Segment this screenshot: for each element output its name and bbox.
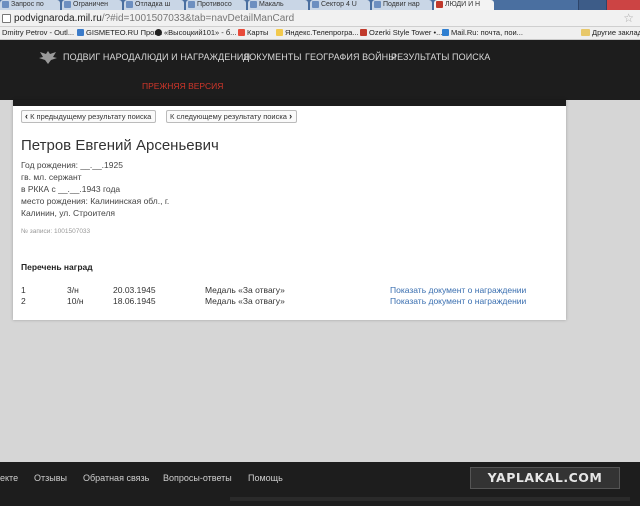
- show-award-document-link[interactable]: Показать документ о награждении: [390, 285, 526, 295]
- yaplakal-watermark: YAPLAKAL.COM: [470, 467, 620, 489]
- browser-tab[interactable]: Сектор 4 U: [310, 0, 370, 10]
- tab-favicon-icon: [250, 1, 257, 8]
- bookmark-item[interactable]: Ozerki Style Tower •...: [360, 27, 442, 39]
- window-controls: [578, 0, 640, 10]
- tab-favicon-icon: [374, 1, 381, 8]
- browser-tab[interactable]: Подвиг нар: [372, 0, 432, 10]
- tab-favicon-icon: [2, 1, 9, 8]
- nav-people-awards[interactable]: ЛЮДИ И НАГРАЖДЕНИЯ: [141, 52, 250, 62]
- browser-tab-strip: Запрос по Ограничен Отладка ш Противосо Мака…: [0, 0, 640, 10]
- tab-favicon-icon: [436, 1, 443, 8]
- bookmark-item[interactable]: Карты: [238, 27, 268, 39]
- birth-place-cont: Калинин, ул. Строителя: [21, 208, 116, 218]
- other-bookmarks[interactable]: Другие закладки: [581, 27, 640, 39]
- awards-title: Перечень наград: [21, 262, 93, 272]
- nav-search-results[interactable]: РЕЗУЛЬТАТЫ ПОИСКА: [391, 52, 490, 62]
- person-name: Петров Евгений Арсеньевич: [21, 137, 219, 154]
- browser-tab[interactable]: Противосо: [186, 0, 246, 10]
- chevron-right-icon: ›: [289, 111, 293, 121]
- eagle-emblem-icon[interactable]: [38, 49, 58, 65]
- birth-year: Год рождения: __.__.1925: [21, 160, 123, 170]
- award-medal: Медаль «За отвагу»: [205, 296, 285, 306]
- rank: гв. мл. сержант: [21, 172, 82, 182]
- legacy-version-link[interactable]: ПРЕЖНЯЯ ВЕРСИЯ: [142, 81, 223, 91]
- bookmark-star-icon[interactable]: ☆: [623, 11, 634, 25]
- footer-bottom-strip: [230, 497, 630, 501]
- nav-documents[interactable]: ДОКУМЕНТЫ: [243, 52, 302, 62]
- table-row: 2 10/н 18.06.1945 Медаль «За отвагу» Пок…: [13, 296, 566, 308]
- browser-tab-active[interactable]: ЛЮДИ И Н: [434, 0, 494, 10]
- show-award-document-link[interactable]: Показать документ о награждении: [390, 296, 526, 306]
- site-footer: екте Отзывы Обратная связь Вопросы-ответ…: [0, 462, 640, 506]
- tab-favicon-icon: [188, 1, 195, 8]
- footer-link-about[interactable]: екте: [0, 473, 18, 483]
- award-num: 2: [21, 296, 26, 306]
- browser-tab[interactable]: Отладка ш: [124, 0, 184, 10]
- ozerki-icon: [360, 29, 367, 36]
- award-date: 20.03.1945: [113, 285, 156, 295]
- tab-favicon-icon: [312, 1, 319, 8]
- bookmark-item[interactable]: «Высоцкий101» - б...: [155, 27, 236, 39]
- footer-link-reviews[interactable]: Отзывы: [34, 473, 67, 483]
- footer-link-help[interactable]: Помощь: [248, 473, 283, 483]
- person-card: ‹ К предыдущему результату поиска К след…: [13, 100, 566, 320]
- tab-favicon-icon: [64, 1, 71, 8]
- bookmark-item[interactable]: Dmitry Petrov - Outl...: [2, 27, 74, 39]
- browser-tab[interactable]: Запрос по: [0, 0, 60, 10]
- bookmark-item[interactable]: Яндекс.Телепрогра...: [276, 27, 359, 39]
- footer-link-faq[interactable]: Вопросы-ответы: [163, 473, 232, 483]
- nav-podvig-naroda[interactable]: ПОДВИГ НАРОДА: [63, 52, 141, 62]
- card-top-bar: [13, 100, 566, 106]
- gismeteo-icon: [77, 29, 84, 36]
- bookmark-item[interactable]: Mail.Ru: почта, пои...: [442, 27, 523, 39]
- chevron-left-icon: ‹: [25, 111, 28, 121]
- close-window-button[interactable]: [606, 0, 640, 10]
- bookmark-item[interactable]: GISMETEO.RU Прог...: [77, 27, 162, 39]
- minimize-button[interactable]: [578, 0, 606, 10]
- birth-place: место рождения: Калининская обл., г.: [21, 196, 170, 206]
- browser-tab[interactable]: Ограничен: [62, 0, 122, 10]
- award-medal: Медаль «За отвагу»: [205, 285, 285, 295]
- site-header: ПОДВИГ НАРОДА ЛЮДИ И НАГРАЖДЕНИЯ ДОКУМЕН…: [0, 40, 640, 100]
- address-bar[interactable]: podvignaroda.mil.ru/?#id=1001507033&tab=…: [0, 10, 640, 27]
- browser-tab[interactable]: Макаль: [248, 0, 308, 10]
- folder-icon: [581, 29, 590, 36]
- nav-war-geography[interactable]: ГЕОГРАФИЯ ВОЙНЫ: [305, 52, 396, 62]
- url-text[interactable]: podvignaroda.mil.ru/?#id=1001507033&tab=…: [14, 13, 294, 24]
- circle-icon: [155, 29, 162, 36]
- mail-icon: [442, 29, 449, 36]
- award-doc: 3/н: [67, 285, 79, 295]
- award-num: 1: [21, 285, 26, 295]
- page-icon: [2, 14, 11, 23]
- prev-result-button[interactable]: ‹ К предыдущему результату поиска: [21, 110, 157, 123]
- tab-favicon-icon: [126, 1, 133, 8]
- army-since: в РККА с __.__.1943 года: [21, 184, 121, 194]
- award-doc: 10/н: [67, 296, 84, 306]
- maps-icon: [238, 29, 245, 36]
- award-date: 18.06.1945: [113, 296, 156, 306]
- bookmarks-bar: Dmitry Petrov - Outl... GISMETEO.RU Прог…: [0, 27, 640, 40]
- yandex-icon: [276, 29, 283, 36]
- next-result-button[interactable]: К следующему результату поиска ›: [166, 110, 298, 123]
- footer-link-feedback[interactable]: Обратная связь: [83, 473, 149, 483]
- record-number: № записи: 1001507033: [21, 228, 91, 235]
